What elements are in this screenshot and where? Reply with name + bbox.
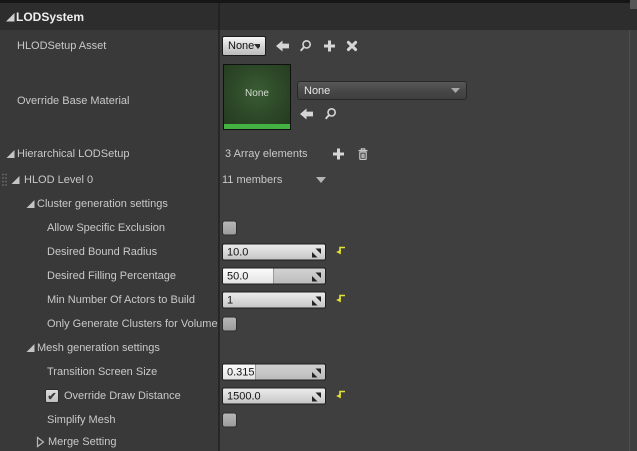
row-mesh-generation-settings[interactable]: Mesh generation settings	[0, 336, 637, 360]
value-drag-icon[interactable]	[311, 248, 322, 259]
arrow-left-icon	[300, 108, 313, 120]
clear-asset-button[interactable]	[346, 40, 358, 52]
create-new-asset-button[interactable]	[323, 40, 336, 53]
simplify-mesh-checkbox[interactable]	[222, 412, 237, 428]
drag-handle-icon[interactable]	[1, 172, 8, 188]
row-simplify-mesh: Simplify Mesh	[0, 408, 637, 432]
search-icon	[325, 108, 336, 120]
allow-specific-exclusion-checkbox[interactable]	[222, 220, 237, 236]
reset-arrow-icon	[336, 246, 345, 255]
field-value: 0.315	[227, 366, 255, 379]
reset-arrow-icon	[336, 390, 345, 399]
chevron-down-icon	[451, 88, 460, 93]
transition-screen-size-field[interactable]: 0.315	[222, 363, 326, 381]
reset-arrow-icon	[336, 294, 345, 303]
row-allow-specific-exclusion: Allow Specific Exclusion	[0, 216, 637, 240]
scrollbar-corner	[630, 0, 637, 9]
value-drag-icon[interactable]	[311, 296, 322, 307]
array-summary: 3 Array elements	[225, 147, 308, 160]
field-value: 50.0	[227, 270, 249, 283]
expand-arrow-icon[interactable]	[25, 199, 36, 210]
plus-icon	[333, 148, 344, 159]
asset-dropdown-value: None	[228, 40, 255, 52]
delete-array-elements-button[interactable]	[356, 147, 370, 161]
trash-icon	[358, 147, 368, 160]
property-label: Desired Filling Percentage	[47, 270, 177, 282]
array-label: Hierarchical LODSetup	[17, 147, 130, 160]
row-hierarchical-lodsetup: Hierarchical LODSetup 3 Array elements	[0, 140, 637, 167]
row-hlod-level-0: HLOD Level 0 11 members	[0, 167, 637, 192]
desired-bound-radius-field[interactable]: 10.0	[222, 243, 326, 261]
property-label: HLODSetup Asset	[17, 40, 107, 52]
reset-to-default-button[interactable]	[334, 291, 346, 309]
reset-to-default-button[interactable]	[334, 243, 346, 261]
chevron-down-icon	[254, 43, 260, 49]
collapsed-arrow-icon[interactable]	[36, 435, 45, 448]
row-only-generate-clusters: Only Generate Clusters for Volume	[0, 312, 637, 336]
category-label: Mesh generation settings	[37, 342, 160, 354]
row-override-base-material: Override Base Material None None	[0, 62, 637, 140]
only-generate-clusters-checkbox[interactable]	[222, 316, 237, 332]
expand-arrow-icon[interactable]	[25, 343, 36, 354]
category-label: Cluster generation settings	[37, 198, 168, 210]
field-value: 1	[227, 294, 234, 307]
property-label: Desired Bound Radius	[47, 246, 158, 258]
section-header-lodsystem[interactable]: LODSystem	[0, 3, 637, 30]
row-transition-screen-size: Transition Screen Size 0.315	[0, 360, 637, 384]
expand-arrow-icon[interactable]	[10, 174, 21, 185]
struct-label: Merge Setting	[48, 435, 117, 448]
material-thumbnail[interactable]: None	[223, 64, 291, 130]
struct-summary: 11 members	[222, 173, 283, 186]
desired-filling-percentage-field[interactable]: 50.0	[222, 267, 326, 285]
value-drag-icon[interactable]	[311, 392, 322, 403]
arrow-left-icon	[276, 40, 289, 52]
value-drag-icon[interactable]	[311, 272, 322, 283]
property-label: Simplify Mesh	[47, 414, 116, 426]
panel-right-border	[629, 30, 630, 451]
close-icon	[346, 40, 358, 52]
asset-dropdown-button[interactable]: None	[222, 36, 266, 56]
chevron-down-icon	[316, 176, 326, 183]
browse-to-asset-button[interactable]	[299, 39, 313, 53]
row-desired-filling-percentage: Desired Filling Percentage 50.0	[0, 264, 637, 288]
material-combo-box[interactable]: None	[297, 81, 467, 100]
property-label: Transition Screen Size	[47, 366, 158, 378]
members-dropdown-button[interactable]	[316, 176, 326, 183]
override-draw-distance-field[interactable]: 1500.0	[222, 387, 326, 405]
row-cluster-generation-settings[interactable]: Cluster generation settings	[0, 192, 637, 216]
value-drag-icon[interactable]	[311, 368, 322, 379]
property-label: Override Draw Distance	[64, 390, 181, 402]
material-thumbnail-label: None	[245, 87, 269, 99]
property-label: Min Number Of Actors to Build	[47, 294, 195, 306]
row-min-number-of-actors: Min Number Of Actors to Build 1	[0, 288, 637, 312]
property-label: Only Generate Clusters for Volume	[47, 318, 218, 330]
min-number-of-actors-field[interactable]: 1	[222, 291, 326, 309]
use-selected-asset-button[interactable]	[276, 40, 291, 52]
row-desired-bound-radius: Desired Bound Radius 10.0	[0, 240, 637, 264]
section-title: LODSystem	[16, 9, 85, 24]
plus-icon	[324, 40, 335, 52]
property-label: Allow Specific Exclusion	[47, 222, 165, 234]
row-merge-setting[interactable]: Merge Setting	[0, 432, 637, 451]
field-value: 1500.0	[227, 390, 261, 403]
browse-to-material-button[interactable]	[324, 107, 338, 121]
checkmark-icon: ✔	[47, 390, 57, 403]
property-label: Override Base Material	[17, 95, 130, 107]
expand-arrow-icon[interactable]	[5, 148, 16, 159]
search-icon	[300, 40, 311, 52]
override-draw-distance-checkbox[interactable]: ✔	[45, 389, 59, 403]
material-combo-value: None	[304, 84, 331, 97]
add-array-element-button[interactable]	[332, 147, 345, 160]
material-type-strip	[224, 124, 290, 129]
use-selected-material-button[interactable]	[300, 108, 315, 120]
reset-to-default-button[interactable]	[334, 387, 346, 405]
expand-arrow-icon[interactable]	[4, 11, 16, 23]
struct-label: HLOD Level 0	[24, 173, 94, 186]
details-panel: LODSystem HLODSetup Asset None Override …	[0, 0, 637, 451]
row-hlodsetup-asset: HLODSetup Asset None	[0, 30, 637, 62]
field-value: 10.0	[227, 246, 249, 259]
row-override-draw-distance: ✔ Override Draw Distance 1500.0	[0, 384, 637, 408]
